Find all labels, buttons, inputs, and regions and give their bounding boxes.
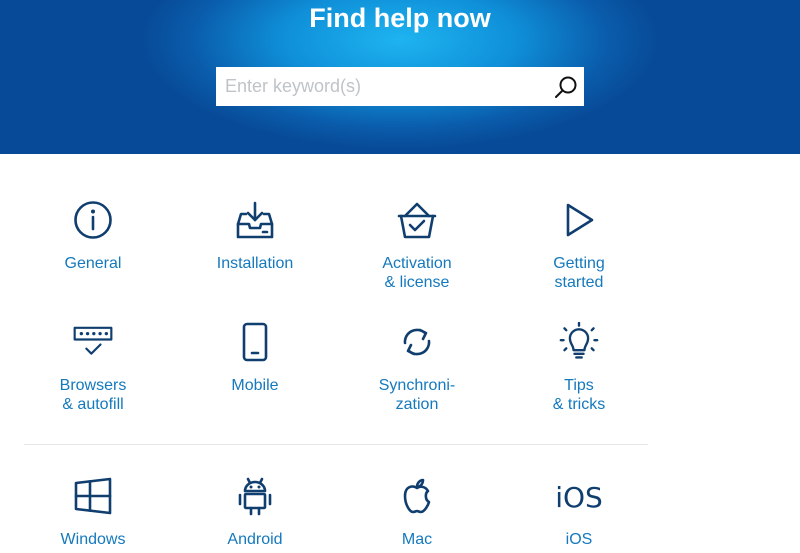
category-label: Mobile [231, 377, 279, 394]
category-browsers-autofill[interactable]: Browsers & autofill [18, 320, 168, 420]
category-label: Activation & license [382, 255, 452, 291]
platform-android[interactable]: Android [180, 474, 330, 550]
section-divider [24, 444, 648, 445]
category-synchronization[interactable]: Synchroni- zation [342, 320, 492, 420]
category-label: Getting started [553, 255, 605, 291]
platform-mac[interactable]: Mac [342, 474, 492, 550]
sync-icon [403, 328, 431, 356]
hero-banner: Find help now [0, 0, 800, 154]
platform-label: Windows [60, 531, 126, 548]
category-label: Tips & tricks [552, 377, 606, 413]
category-label: Installation [216, 255, 294, 272]
search-input[interactable] [216, 67, 546, 106]
category-activation-license[interactable]: Activation & license [342, 198, 492, 298]
basket-check-icon [397, 202, 437, 239]
lightbulb-icon [559, 322, 599, 359]
category-getting-started[interactable]: Getting started [504, 198, 654, 298]
category-label: General [64, 255, 122, 272]
category-label: Browsers & autofill [59, 377, 127, 413]
category-installation[interactable]: Installation [180, 198, 330, 298]
play-icon [566, 203, 594, 237]
download-tray-icon [236, 201, 274, 239]
category-label: Synchroni- zation [378, 377, 456, 413]
platform-label: iOS [565, 531, 593, 548]
windows-icon [74, 477, 112, 515]
platform-label: Mac [401, 531, 433, 548]
search-box [216, 67, 584, 106]
platform-label: Android [227, 531, 283, 548]
info-icon [74, 201, 112, 239]
category-general[interactable]: General [18, 198, 168, 298]
category-tips-tricks[interactable]: Tips & tricks [504, 320, 654, 420]
platform-windows[interactable]: Windows [18, 474, 168, 550]
category-mobile[interactable]: Mobile [180, 320, 330, 420]
android-icon [238, 477, 272, 516]
ios-icon: iOS [555, 481, 603, 514]
password-field-check-icon [73, 326, 113, 355]
search-icon[interactable] [553, 74, 579, 100]
smartphone-icon [242, 322, 268, 362]
platform-ios[interactable]: iOS iOS [504, 474, 654, 550]
apple-icon [403, 478, 431, 514]
page-title: Find help now [309, 3, 491, 33]
